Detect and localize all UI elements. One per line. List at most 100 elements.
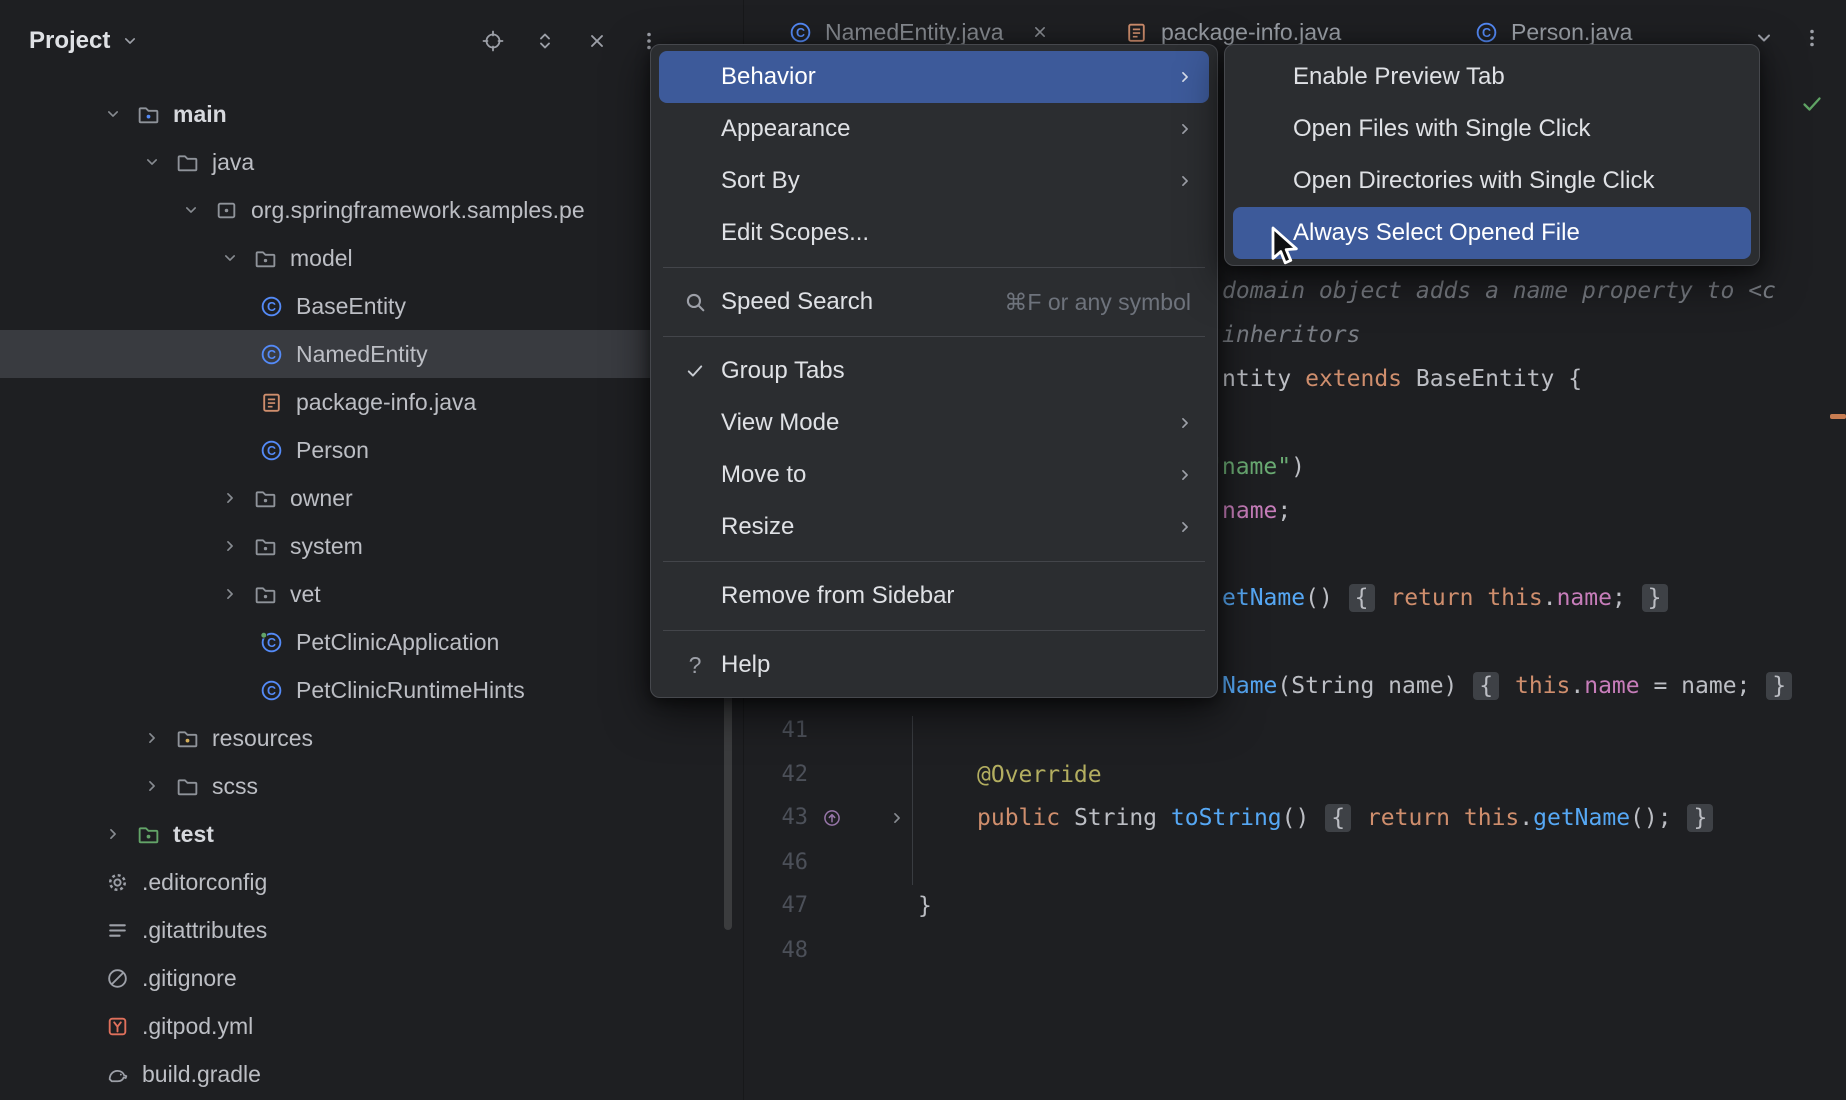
tree-item-label: package-info.java bbox=[296, 389, 476, 416]
code-line: inheritors bbox=[1222, 320, 1360, 350]
menu-item-label: Appearance bbox=[721, 115, 850, 143]
line-number: 43 bbox=[748, 803, 808, 833]
package-icon bbox=[210, 198, 242, 223]
tree-item-label: org.springframework.samples.pe bbox=[251, 197, 585, 224]
chevron-down-icon[interactable] bbox=[133, 152, 171, 172]
ignore-icon bbox=[101, 966, 133, 991]
chevron-right-icon[interactable] bbox=[211, 584, 249, 604]
chevron-down-icon[interactable] bbox=[120, 31, 140, 51]
tree-item-label: BaseEntity bbox=[296, 293, 406, 320]
menu-item-speed-search[interactable]: Speed Search ⌘F or any symbol bbox=[659, 276, 1209, 328]
fold-icon[interactable] bbox=[887, 808, 907, 828]
menu-separator bbox=[663, 630, 1205, 631]
tree-item-main[interactable]: main bbox=[0, 90, 743, 138]
locate-icon[interactable] bbox=[481, 29, 505, 53]
project-panel-title[interactable]: Project bbox=[29, 27, 110, 55]
tree-item-test[interactable]: test bbox=[0, 810, 743, 858]
package-folder-icon bbox=[249, 246, 281, 271]
tree-item-scss[interactable]: scss bbox=[0, 762, 743, 810]
package-folder-icon bbox=[249, 534, 281, 559]
menu-item-label: Move to bbox=[721, 461, 806, 489]
tree-item-namedentity[interactable]: NamedEntity bbox=[0, 330, 743, 378]
search-icon bbox=[681, 290, 709, 315]
tree-item-label: model bbox=[290, 245, 353, 272]
submenu-item-open-files-with-single-click[interactable]: Open Files with Single Click bbox=[1233, 103, 1751, 155]
tree-item-system[interactable]: system bbox=[0, 522, 743, 570]
submenu-arrow-icon bbox=[1175, 413, 1195, 433]
submenu-arrow-icon bbox=[1175, 67, 1195, 87]
more-icon[interactable] bbox=[1800, 26, 1824, 50]
gear-icon bbox=[101, 870, 133, 895]
check-icon bbox=[681, 361, 709, 381]
tree-item-vet[interactable]: vet bbox=[0, 570, 743, 618]
tree-item-resources[interactable]: resources bbox=[0, 714, 743, 762]
override-marker-icon[interactable] bbox=[822, 808, 842, 828]
class-icon bbox=[255, 438, 287, 463]
tree-item-label: .gitattributes bbox=[142, 917, 267, 944]
ide-window: Project main java o bbox=[0, 0, 1846, 1100]
menu-item-label: Speed Search bbox=[721, 288, 873, 316]
tree-item-java[interactable]: java bbox=[0, 138, 743, 186]
submenu-item-always-select-opened-file[interactable]: Always Select Opened File bbox=[1233, 207, 1751, 259]
tree-item-petclinicruntimehints[interactable]: PetClinicRuntimeHints bbox=[0, 666, 743, 714]
tree-item-gitattributes[interactable]: .gitattributes bbox=[0, 906, 743, 954]
help-icon: ? bbox=[681, 652, 709, 679]
chevron-down-icon[interactable] bbox=[211, 248, 249, 268]
code-line: } bbox=[918, 891, 932, 921]
tree-item-build-gradle[interactable]: build.gradle bbox=[0, 1050, 743, 1098]
menu-item-label: Help bbox=[721, 651, 770, 679]
menu-item-help[interactable]: ? Help bbox=[659, 639, 1209, 691]
chevron-right-icon[interactable] bbox=[211, 536, 249, 556]
chevron-down-icon[interactable] bbox=[172, 200, 210, 220]
project-panel-header: Project bbox=[0, 0, 743, 82]
menu-item-label: Group Tabs bbox=[721, 357, 845, 385]
submenu-item-enable-preview-tab[interactable]: Enable Preview Tab bbox=[1233, 51, 1751, 103]
close-icon[interactable] bbox=[585, 29, 609, 53]
tree-item-editorconfig[interactable]: .editorconfig bbox=[0, 858, 743, 906]
chevron-right-icon[interactable] bbox=[133, 728, 171, 748]
tree-item-person[interactable]: Person bbox=[0, 426, 743, 474]
tree-item-label: PetClinicRuntimeHints bbox=[296, 677, 525, 704]
menu-item-label: Sort By bbox=[721, 167, 800, 195]
menu-item-appearance[interactable]: Appearance bbox=[659, 103, 1209, 155]
menu-item-label: Behavior bbox=[721, 63, 816, 91]
menu-item-label: Enable Preview Tab bbox=[1293, 63, 1505, 91]
menu-item-move-to[interactable]: Move to bbox=[659, 449, 1209, 501]
menu-item-resize[interactable]: Resize bbox=[659, 501, 1209, 553]
tree-item-baseentity[interactable]: BaseEntity bbox=[0, 282, 743, 330]
tree-item-gitignore[interactable]: .gitignore bbox=[0, 954, 743, 1002]
submenu-item-open-directories-with-single-click[interactable]: Open Directories with Single Click bbox=[1233, 155, 1751, 207]
tree-item-petclinicapplication[interactable]: PetClinicApplication bbox=[0, 618, 743, 666]
menu-separator bbox=[663, 336, 1205, 337]
package-info-icon bbox=[255, 390, 287, 415]
chevron-right-icon[interactable] bbox=[94, 824, 132, 844]
scrollbar-marker[interactable] bbox=[1830, 414, 1846, 419]
chevron-right-icon[interactable] bbox=[133, 776, 171, 796]
tab-label: NamedEntity.java bbox=[825, 19, 1004, 46]
tree-item-owner[interactable]: owner bbox=[0, 474, 743, 522]
tree-item-model[interactable]: model bbox=[0, 234, 743, 282]
tree-item-label: build.gradle bbox=[142, 1061, 261, 1088]
inspections-ok-icon[interactable] bbox=[1800, 92, 1824, 116]
chevron-down-icon[interactable] bbox=[94, 104, 132, 124]
menu-item-sort-by[interactable]: Sort By bbox=[659, 155, 1209, 207]
code-line: public String toString() { return this.g… bbox=[977, 803, 1715, 833]
tree-item-gitpod-yml[interactable]: .gitpod.yml bbox=[0, 1002, 743, 1050]
menu-item-remove-from-sidebar[interactable]: Remove from Sidebar bbox=[659, 570, 1209, 622]
close-icon[interactable] bbox=[1030, 22, 1050, 42]
expand-collapse-icon[interactable] bbox=[533, 29, 557, 53]
menu-separator bbox=[663, 561, 1205, 562]
menu-item-group-tabs[interactable]: Group Tabs bbox=[659, 345, 1209, 397]
menu-item-view-mode[interactable]: View Mode bbox=[659, 397, 1209, 449]
menu-item-edit-scopes[interactable]: Edit Scopes... bbox=[659, 207, 1209, 259]
tree-item-org-springframework-samples[interactable]: org.springframework.samples.pe bbox=[0, 186, 743, 234]
tree-item-package-info[interactable]: package-info.java bbox=[0, 378, 743, 426]
chevron-right-icon[interactable] bbox=[211, 488, 249, 508]
folder-icon bbox=[171, 774, 203, 799]
menu-item-behavior[interactable]: Behavior bbox=[659, 51, 1209, 103]
line-number: 47 bbox=[748, 891, 808, 921]
menu-item-label: Remove from Sidebar bbox=[721, 582, 954, 610]
tree-item-label: resources bbox=[212, 725, 313, 752]
line-number: 41 bbox=[748, 716, 808, 746]
menu-item-label: Always Select Opened File bbox=[1293, 219, 1580, 247]
